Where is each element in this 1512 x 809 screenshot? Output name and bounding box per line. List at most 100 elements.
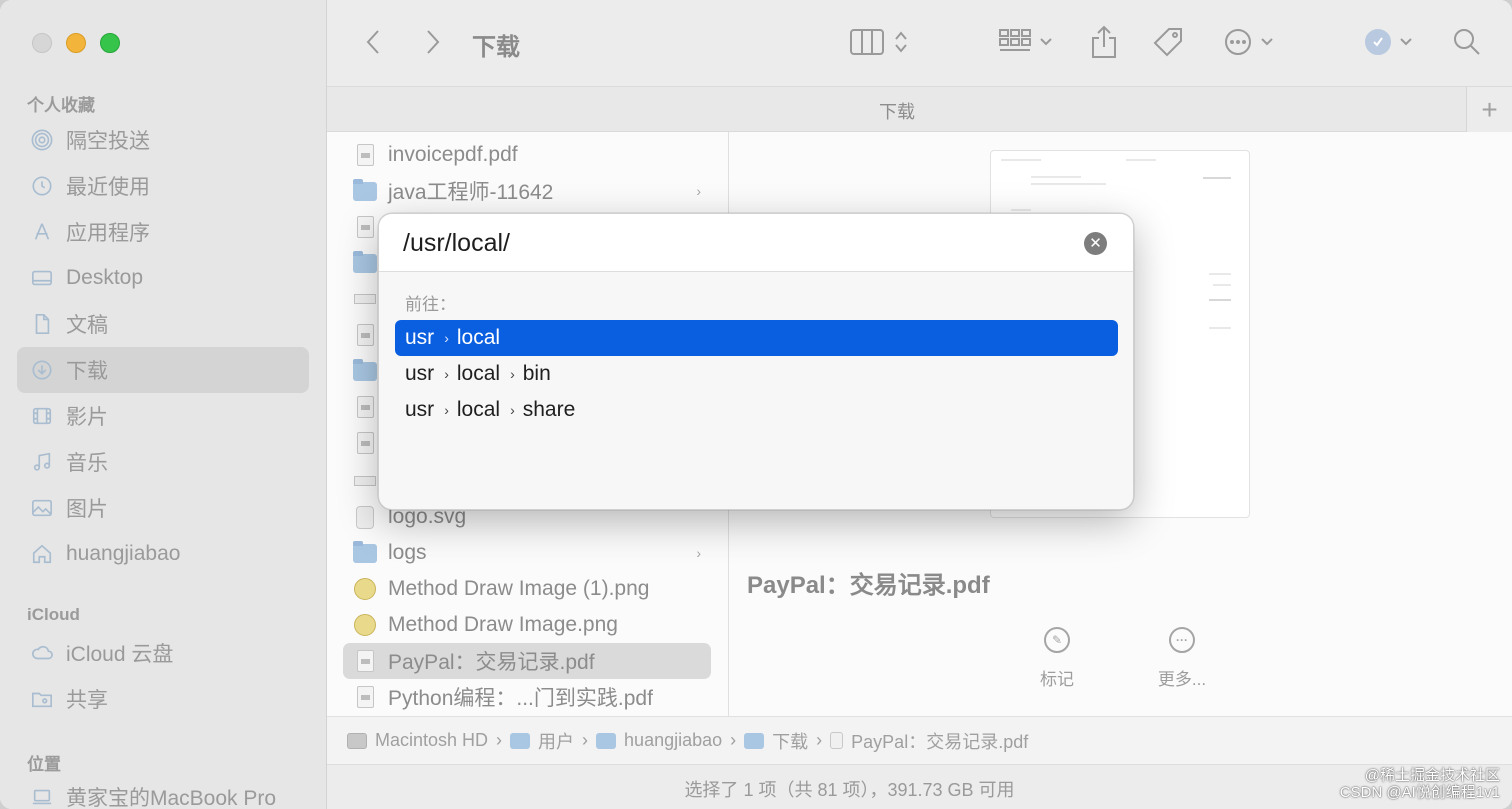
sidebar-item-movies[interactable]: 影片	[17, 393, 309, 439]
download-icon	[29, 357, 55, 383]
watermark-line: CSDN @AI悦创编程1v1	[1339, 784, 1500, 801]
path-component: local	[456, 326, 501, 349]
share-button[interactable]	[1089, 24, 1119, 60]
sidebar-item-home[interactable]: huangjiabao	[17, 531, 309, 577]
folder-icon	[353, 177, 377, 205]
list-item[interactable]: Python编程：...门到实践.pdf	[343, 679, 711, 715]
fullscreen-window-button[interactable]	[100, 33, 120, 53]
close-icon: ✕	[1089, 235, 1102, 252]
preview-title: PayPal：交易记录.pdf	[747, 572, 990, 599]
sidebar-item-icloud-drive[interactable]: iCloud 云盘	[17, 630, 309, 676]
pdf-file-icon	[353, 321, 377, 349]
sidebar-item-airdrop[interactable]: 隔空投送	[17, 117, 309, 163]
tab-bar: 下载 +	[327, 86, 1512, 132]
sidebar-item-label: 共享	[66, 689, 108, 712]
file-name: Method Draw Image.png	[388, 613, 618, 636]
list-item[interactable]: java工程师-11642 ›	[343, 173, 711, 209]
chevron-right-icon: ›	[444, 366, 449, 382]
columns-view-icon	[850, 29, 884, 55]
suggestion-item[interactable]: usr › local	[395, 320, 1118, 356]
sidebar-item-documents[interactable]: 文稿	[17, 301, 309, 347]
view-mode-button[interactable]	[845, 26, 913, 58]
path-segment[interactable]: PayPal：交易记录.pdf	[830, 728, 1028, 754]
search-button[interactable]	[1451, 26, 1483, 58]
suggestion-item[interactable]: usr › local › bin	[395, 356, 1118, 392]
go-to-folder-dialog: ✕ 前往： usr › local usr › local › bin usr …	[378, 213, 1134, 510]
path-segment[interactable]: Macintosh HD	[347, 730, 488, 751]
chevron-right-icon: ›	[696, 545, 701, 561]
sidebar-item-recents[interactable]: 最近使用	[17, 163, 309, 209]
sidebar-item-label: 文稿	[66, 314, 108, 337]
list-item[interactable]: logs ›	[343, 535, 711, 571]
window-title: 下载	[472, 34, 520, 61]
action-button[interactable]	[1221, 26, 1277, 58]
chevron-right-icon: ›	[510, 402, 515, 418]
pdf-file-icon	[353, 429, 377, 457]
music-icon	[29, 449, 55, 475]
markup-label: 标记	[1040, 670, 1074, 689]
forward-button[interactable]	[419, 28, 447, 56]
path-component: share	[522, 398, 576, 421]
sidebar-item-pictures[interactable]: 图片	[17, 485, 309, 531]
search-icon	[1454, 29, 1480, 55]
home-folder-icon	[596, 732, 617, 749]
sidebar-item-applications[interactable]: 应用程序	[17, 209, 309, 255]
list-item[interactable]: Method Draw Image (1).png	[343, 571, 711, 607]
film-icon	[29, 403, 55, 429]
image-file-icon	[353, 467, 377, 495]
sidebar-item-label: 黄家宝的MacBook Pro	[66, 787, 277, 809]
path-segment[interactable]: 用户	[510, 728, 574, 754]
apps-icon	[29, 219, 55, 245]
chevron-right-icon: ›	[444, 402, 449, 418]
tag-button[interactable]	[1151, 24, 1185, 60]
more-button[interactable]: ··· 更多...	[1142, 627, 1222, 690]
sidebar-item-label: Desktop	[66, 266, 144, 289]
path-input[interactable]	[403, 226, 1063, 260]
more-icon: ···	[1169, 627, 1195, 653]
chevron-down-icon	[1040, 38, 1052, 46]
list-item[interactable]: Method Draw Image.png	[343, 607, 711, 643]
list-item[interactable]: invoicepdf.pdf	[343, 137, 711, 173]
sidebar-section-favorites: 个人收藏	[27, 96, 95, 115]
sidebar-item-macbook[interactable]: 黄家宝的MacBook Pro	[17, 774, 309, 809]
sidebar-item-music[interactable]: 音乐	[17, 439, 309, 485]
path-component: usr	[405, 326, 435, 349]
path-separator: ›	[816, 730, 823, 750]
cloud-icon	[29, 640, 55, 666]
status-bar: 选择了 1 项（共 81 项），391.73 GB 可用	[327, 764, 1512, 809]
back-button[interactable]	[359, 28, 387, 56]
close-window-button[interactable]	[32, 33, 52, 53]
path-segment[interactable]: 下载	[744, 728, 808, 754]
airdrop-toolbar-button[interactable]	[1365, 28, 1413, 56]
path-component: usr	[405, 362, 435, 385]
suggestion-item[interactable]: usr › local › share	[395, 392, 1118, 428]
pdf-file-icon	[353, 141, 377, 169]
chevron-right-icon	[427, 30, 440, 54]
chevron-down-icon	[1400, 38, 1412, 46]
sidebar-item-shared[interactable]: 共享	[17, 676, 309, 722]
path-input-row: ✕	[379, 214, 1133, 272]
tab-downloads[interactable]: 下载	[327, 98, 1467, 124]
group-button[interactable]	[995, 26, 1057, 58]
sidebar-item-desktop[interactable]: Desktop	[17, 255, 309, 301]
new-tab-button[interactable]: +	[1466, 87, 1512, 132]
folder-icon	[353, 357, 377, 385]
sidebar-section-locations: 位置	[27, 755, 61, 774]
airdrop-icon	[29, 127, 55, 153]
sidebar-item-label: huangjiabao	[66, 542, 181, 565]
watermark: @稀土掘金技术社区 CSDN @AI悦创编程1v1	[1340, 767, 1500, 801]
path-segment[interactable]: huangjiabao	[596, 730, 722, 751]
minimize-window-button[interactable]	[66, 33, 86, 53]
markup-icon: ✎	[1044, 627, 1070, 653]
sidebar: 个人收藏 隔空投送 最近使用 应用程序 Desktop 文稿 下载 影片 音乐 …	[0, 0, 327, 809]
clear-input-button[interactable]: ✕	[1084, 232, 1107, 255]
path-separator: ›	[496, 730, 503, 750]
home-icon	[29, 541, 55, 567]
sidebar-item-downloads[interactable]: 下载	[17, 347, 309, 393]
markup-button[interactable]: ✎ 标记	[1017, 627, 1097, 690]
path-label: PayPal：交易记录.pdf	[851, 731, 1029, 752]
image-file-icon	[353, 575, 377, 603]
list-item[interactable]: PayPal：交易记录.pdf	[343, 643, 711, 679]
image-file-icon	[353, 611, 377, 639]
path-separator: ›	[582, 730, 589, 750]
